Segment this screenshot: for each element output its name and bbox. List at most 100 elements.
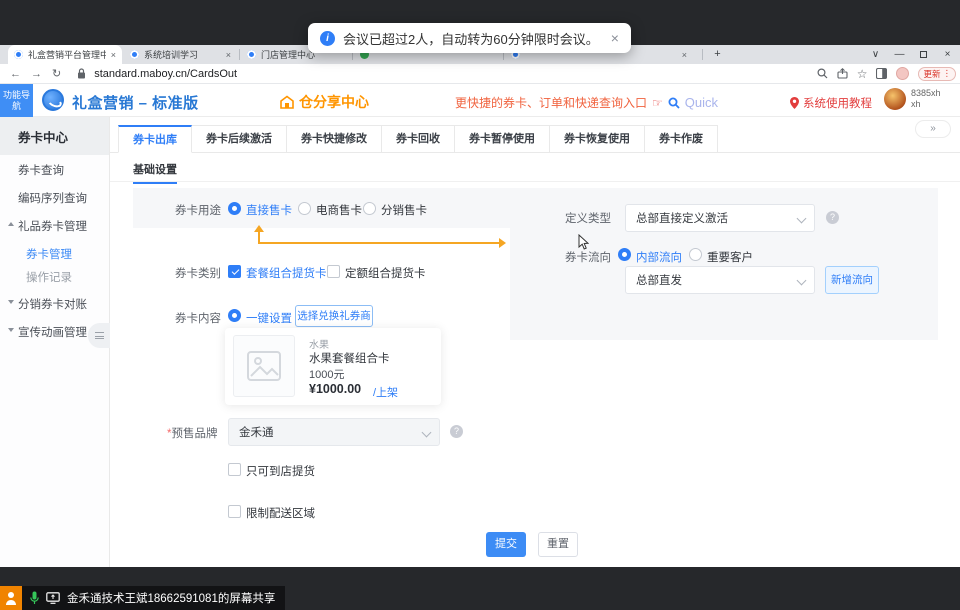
sidebar-item-card-query[interactable]: 券卡查询 [0,162,109,178]
new-tab-button[interactable]: + [710,47,725,62]
function-nav-button[interactable]: 功能导航 [0,84,33,117]
tab-card-followup-activate[interactable]: 券卡后续激活 [192,125,287,153]
checkbox-store-pickup-only[interactable] [228,463,241,476]
sidebar-item-distribution-reconcile[interactable]: 分销券卡对账 [0,296,109,312]
menu-handle-icon [95,332,104,339]
flow-select[interactable]: 总部直发 [625,266,815,294]
share-presenter-icon [0,586,22,610]
browser-tab-gift-admin[interactable]: 礼盒营销平台管理中心 × [8,45,122,64]
toast-close-icon[interactable]: × [611,30,619,46]
microphone-icon [30,591,39,605]
screen-share-bar: 金禾通技术王斌18662591081的屏幕共享 [22,586,285,610]
share-icon[interactable] [837,68,848,79]
tab-close-icon[interactable]: × [226,50,231,60]
expand-down-icon [8,328,14,332]
window-maximize-button[interactable] [914,45,933,64]
browser-update-button[interactable]: 更新 ⋮ [918,67,956,81]
back-icon[interactable]: ← [10,68,21,80]
tab-search-icon[interactable]: ∨ [866,45,885,64]
url-text[interactable]: standard.maboy.cn/CardsOut [94,68,237,80]
quick-search-icon [668,97,680,109]
annotation-arrow-up [254,225,264,232]
sidebar-item-gift-card-management[interactable]: 礼品券卡管理 [0,218,109,234]
tab-card-recycle[interactable]: 券卡回收 [382,125,455,153]
toast-message: 会议已超过2人，自动转为60分钟限时会议。 [343,29,599,48]
maximize-icon [920,51,927,58]
radio-direct-sale[interactable] [228,202,241,215]
user-name: xh [911,99,941,110]
sidebar-item-code-sequence-query[interactable]: 编码序列查询 [0,190,109,206]
radio-one-key-setup[interactable] [228,309,241,322]
category-option-package[interactable]: 套餐组合提货卡 [246,265,327,281]
content-option-one-key[interactable]: 一键设置 [246,310,292,326]
define-type-help-icon[interactable]: ? [826,211,839,224]
location-pin-icon [790,97,799,109]
submit-button[interactable]: 提交 [486,532,526,557]
tab-card-outbound[interactable]: 券卡出库 [118,125,192,153]
tutorial-link[interactable]: 系统使用教程 [790,95,872,111]
reload-icon[interactable]: ↻ [52,67,61,80]
share-center-link[interactable]: 仓分享中心 [280,92,369,112]
brand-help-icon[interactable]: ? [450,425,463,438]
radio-distribution-sale[interactable] [363,202,376,215]
collapse-right-button[interactable]: » [915,120,951,138]
checkbox-package-combo-card[interactable] [228,265,241,278]
window-close-button[interactable]: × [938,45,957,64]
category-option-fixed[interactable]: 定额组合提货卡 [345,265,426,281]
window-minimize-button[interactable]: — [890,45,909,64]
expand-down-icon [8,300,14,304]
sidebar-item-card-management[interactable]: 券卡管理 [0,246,109,262]
sidebar-collapse-handle[interactable] [88,323,110,348]
choose-gift-product-button[interactable]: 选择兑换礼券商品 [295,305,373,327]
meeting-shared-screen: 礼盒营销平台管理中心 × 系统培训学习 × 门店管理中心 [0,0,960,610]
add-flow-button[interactable]: 新增流向 [825,266,879,294]
sidebar-item-operation-log[interactable]: 操作记录 [0,269,109,285]
tab-card-resume[interactable]: 券卡恢复使用 [550,125,645,153]
share-status-text: 金禾通技术王斌18662591081的屏幕共享 [67,590,275,606]
product-spec: 1000元 [309,366,344,382]
flow-option-vip[interactable]: 重要客户 [707,249,753,265]
radio-vip-customer[interactable] [689,248,702,261]
addressbar-actions: ☆ 更新 ⋮ [817,67,960,81]
tab-card-void[interactable]: 券卡作废 [645,125,718,153]
side-panel-icon[interactable] [876,68,887,79]
brand-label: *预售品牌 [167,425,217,441]
zoom-icon[interactable] [817,68,828,79]
usage-option-direct[interactable]: 直接售卡 [246,202,292,218]
option-limit-delivery-area[interactable]: 限制配送区域 [246,505,315,521]
radio-ecommerce-sale[interactable] [298,202,311,215]
product-status-link[interactable]: /上架 [373,384,398,400]
user-avatar [884,88,906,110]
user-id: 8385xh [911,88,941,99]
brand-select[interactable]: 金禾通 [228,418,440,446]
warehouse-icon [280,95,294,109]
tab-close-icon[interactable]: × [682,50,687,60]
browser-profile-avatar[interactable] [896,67,909,80]
product-price: ¥1000.00 [309,382,361,396]
checkbox-limit-delivery-area[interactable] [228,505,241,518]
user-account[interactable]: 8385xh xh [884,88,941,110]
checkbox-fixed-combo-card[interactable] [327,265,340,278]
content-label: 券卡内容 [175,310,221,326]
main-content: 券卡出库 券卡后续激活 券卡快捷修改 券卡回收 券卡暂停使用 券卡恢复使用 券卡… [110,117,960,567]
bookmark-star-icon[interactable]: ☆ [857,67,868,81]
tab-card-suspend[interactable]: 券卡暂停使用 [455,125,550,153]
usage-option-ecommerce[interactable]: 电商售卡 [316,202,362,218]
quick-entry[interactable]: 更快捷的券卡、订单和快递查询入口 ☞ Quick [455,94,718,111]
tab-close-icon[interactable]: × [111,50,116,60]
sidebar-title: 券卡中心 [0,117,109,155]
tab-card-quick-edit[interactable]: 券卡快捷修改 [287,125,382,153]
forward-icon[interactable]: → [31,68,42,80]
product-card: 水果 水果套餐组合卡 1000元 ¥1000.00 /上架 [225,328,441,405]
collapse-up-icon [8,222,14,226]
info-icon: i [320,31,335,46]
radio-internal-flow[interactable] [618,248,631,261]
reset-button[interactable]: 重置 [538,532,578,557]
brand-logo-icon [42,89,64,111]
usage-option-distribution[interactable]: 分销售卡 [381,202,427,218]
more-vert-icon: ⋮ [943,68,952,79]
flow-option-internal[interactable]: 内部流向 [636,249,682,265]
browser-tab-training[interactable]: 系统培训学习 × [124,45,237,64]
option-store-pickup-only[interactable]: 只可到店提货 [246,463,315,479]
define-type-select[interactable]: 总部直接定义激活 [625,204,815,232]
